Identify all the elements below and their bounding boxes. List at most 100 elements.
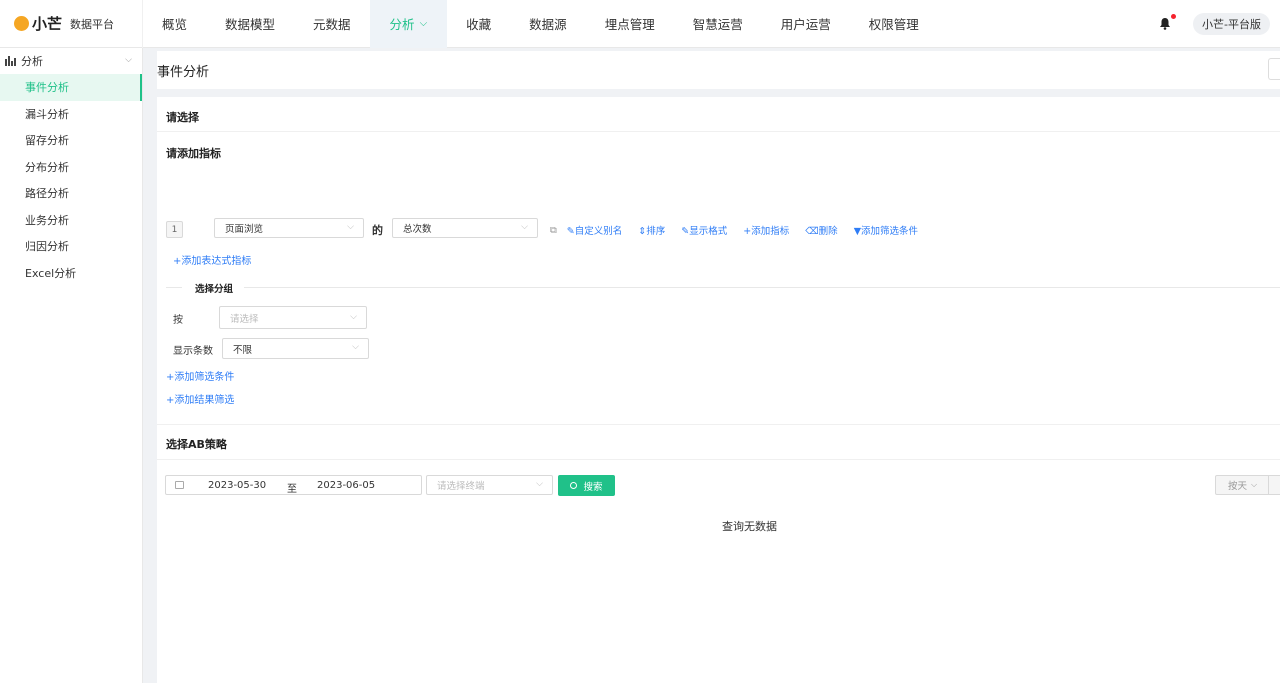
main-content: 事件分析 请选择 请添加指标 1 页面浏览 ⌵ 的 总次数 ⌵ ⧉ ✎自定义别名… (157, 48, 1280, 683)
display-count-select[interactable]: 不限 ⌵ (222, 338, 369, 359)
nav-item-user-ops[interactable]: 用户运营 (762, 0, 850, 48)
chevron-down-icon: ⌵ (521, 222, 528, 232)
sidebar-item-label: 漏斗分析 (25, 107, 69, 121)
nav-item-favorites[interactable]: 收藏 (447, 0, 510, 48)
bell-icon[interactable] (1159, 14, 1177, 31)
nav-item-tracking[interactable]: 埋点管理 (586, 0, 674, 48)
divider (244, 287, 1280, 288)
analysis-card: 请选择 请添加指标 1 页面浏览 ⌵ 的 总次数 ⌵ ⧉ ✎自定义别名 ⇕排序 … (157, 97, 1280, 683)
sidebar-item-event-analysis[interactable]: 事件分析 (0, 74, 142, 101)
action-label: 添加筛选条件 (861, 226, 919, 237)
action-label: 添加指标 (751, 226, 790, 237)
calendar-icon (175, 481, 184, 489)
nav-label: 用户运营 (780, 17, 831, 32)
alias-action[interactable]: ✎自定义别名 (567, 223, 630, 237)
sidebar-group-label: 分析 (21, 55, 43, 68)
sidebar-item-attribution-analysis[interactable]: 归因分析 (0, 233, 142, 260)
nav-item-analysis[interactable]: 分析 ⌵ (369, 0, 448, 48)
search-button-label: 搜索 (583, 481, 603, 493)
chevron-down-icon: ⌵ (352, 342, 359, 352)
notification-dot (1171, 14, 1177, 19)
brand-logo-icon (14, 16, 29, 31)
start-date: 2023-05-30 (208, 480, 267, 491)
terminal-select[interactable]: 请选择终端 ⌵ (426, 475, 553, 495)
nav-label: 概览 (162, 17, 188, 32)
group-by-label: 按 (173, 315, 183, 326)
add-metric-action[interactable]: +添加指标 (743, 223, 797, 237)
bar-chart-icon (5, 56, 17, 66)
nav-label: 分析 (389, 17, 415, 32)
sidebar-item-label: 分布分析 (25, 160, 69, 174)
add-filter-action[interactable]: ▼添加筛选条件 (854, 223, 926, 237)
top-right-area: 小芒-平台版 (1159, 0, 1270, 48)
action-label: 删除 (818, 226, 838, 237)
ab-strategy-title: 选择AB策略 (166, 438, 227, 451)
sort-action[interactable]: ⇕排序 (638, 223, 673, 237)
user-badge[interactable]: 小芒-平台版 (1193, 13, 1270, 35)
end-date: 2023-06-05 (317, 480, 376, 491)
sidebar-item-label: 归因分析 (25, 240, 69, 254)
nav-item-data-model[interactable]: 数据模型 (206, 0, 294, 48)
header-action-button[interactable] (1268, 58, 1280, 80)
add-filter-link[interactable]: +添加筛选条件 (166, 368, 234, 383)
group-by-select[interactable]: 请选择 ⌵ (219, 306, 367, 329)
empty-result-text: 查询无数据 (722, 520, 777, 533)
nav-item-permissions[interactable]: 权限管理 (850, 0, 938, 48)
chevron-down-icon: ⌵ (350, 312, 357, 322)
sidebar-item-excel-analysis[interactable]: Excel分析 (0, 260, 142, 287)
page-title: 事件分析 (157, 64, 210, 80)
sidebar-item-funnel-analysis[interactable]: 漏斗分析 (0, 101, 142, 128)
nav-label: 数据模型 (225, 17, 276, 32)
top-navbar: 小芒 数据平台 概览 数据模型 元数据 分析 ⌵ 收藏 数据源 埋点管理 智慧运营… (0, 0, 1280, 48)
chevron-down-icon: ⌵ (347, 222, 354, 232)
brand-name: 小芒 (32, 15, 63, 33)
event-select[interactable]: 页面浏览 ⌵ (214, 218, 364, 238)
brand[interactable]: 小芒 数据平台 (0, 0, 143, 48)
sidebar-item-label: 路径分析 (25, 187, 69, 201)
nav-label: 埋点管理 (604, 17, 655, 32)
nav-label: 数据源 (529, 17, 567, 32)
granularity-extra-button[interactable] (1268, 475, 1280, 495)
page-header: 事件分析 (157, 51, 1280, 89)
nav-item-smart-ops[interactable]: 智慧运营 (674, 0, 762, 48)
sidebar: 分析 ⌵ 事件分析 漏斗分析 留存分析 分布分析 路径分析 业务分析 归因分析 … (0, 48, 143, 683)
chevron-down-icon: ⌵ (536, 479, 543, 489)
sidebar-item-retention-analysis[interactable]: 留存分析 (0, 127, 142, 154)
display-count-value: 不限 (233, 344, 253, 356)
display-count-label: 显示条数 (173, 346, 213, 357)
granularity-select[interactable]: 按天 ⌵ (1215, 475, 1269, 495)
nav-label: 智慧运营 (692, 17, 743, 32)
search-button[interactable]: 搜索 (558, 475, 615, 496)
terminal-placeholder: 请选择终端 (437, 481, 485, 492)
nav-item-overview[interactable]: 概览 (143, 0, 206, 48)
nav-item-datasource[interactable]: 数据源 (510, 0, 586, 48)
sidebar-item-distribution-analysis[interactable]: 分布分析 (0, 154, 142, 181)
action-label: 自定义别名 (574, 226, 623, 237)
search-icon (570, 482, 578, 489)
group-title: 选择分组 (195, 284, 234, 295)
divider (166, 287, 182, 288)
sidebar-item-label: Excel分析 (25, 266, 77, 280)
copy-icon[interactable]: ⧉ (550, 225, 557, 236)
granularity-value: 按天 (1228, 481, 1248, 492)
metric-actions: ⧉ ✎自定义别名 ⇕排序 ✎显示格式 +添加指标 ⌫删除 ▼添加筛选条件 (550, 223, 934, 238)
measure-select[interactable]: 总次数 ⌵ (392, 218, 538, 238)
sidebar-item-business-analysis[interactable]: 业务分析 (0, 207, 142, 234)
connector-label: 的 (372, 224, 383, 237)
add-expression-link[interactable]: +添加表达式指标 (173, 252, 251, 267)
divider (157, 424, 1280, 425)
sidebar-group-analysis[interactable]: 分析 ⌵ (0, 48, 142, 74)
action-label: 排序 (646, 226, 666, 237)
divider (157, 459, 1280, 460)
date-range-picker[interactable]: 2023-05-30 至 2023-06-05 (165, 475, 422, 495)
format-action[interactable]: ✎显示格式 (681, 223, 735, 237)
nav-label: 权限管理 (868, 17, 919, 32)
sidebar-item-path-analysis[interactable]: 路径分析 (0, 180, 142, 207)
sidebar-item-label: 事件分析 (25, 81, 69, 95)
delete-action[interactable]: ⌫删除 (805, 223, 845, 237)
group-by-placeholder: 请选择 (230, 313, 259, 325)
nav-item-metadata[interactable]: 元数据 (294, 0, 370, 48)
action-label: 显示格式 (689, 226, 728, 237)
add-result-filter-link[interactable]: +添加结果筛选 (166, 391, 234, 406)
event-select-value: 页面浏览 (225, 224, 264, 235)
